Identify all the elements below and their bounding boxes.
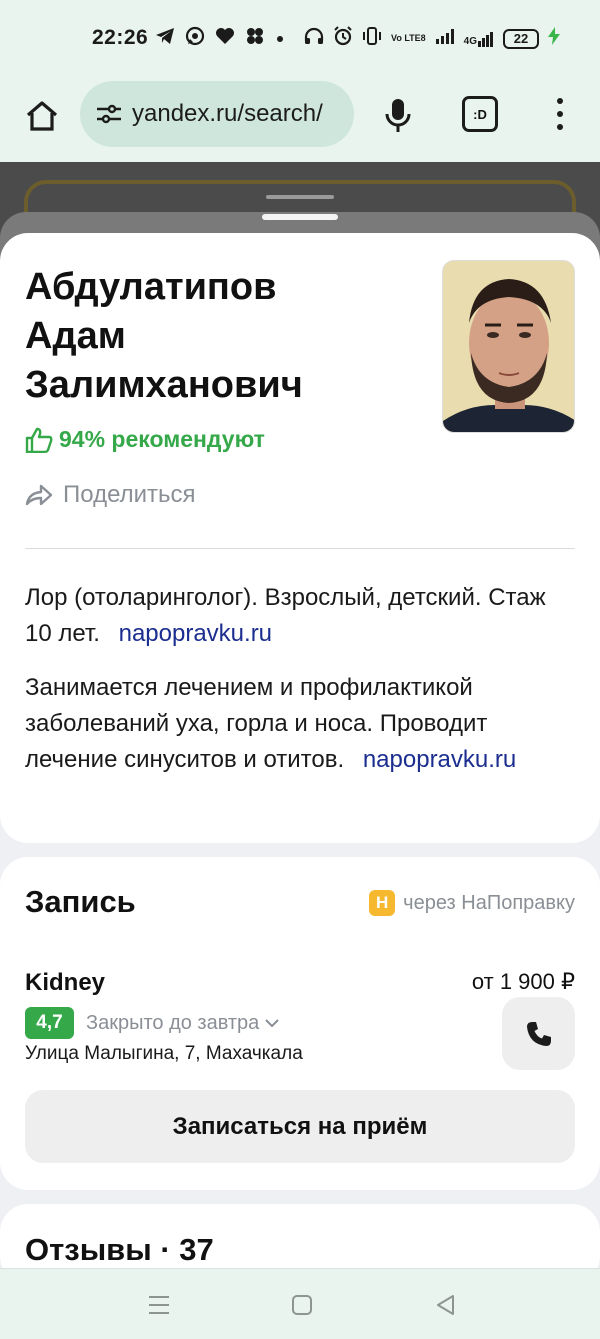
menu-lines-icon	[149, 1296, 169, 1314]
more-menu-button[interactable]	[548, 94, 572, 134]
opening-hours[interactable]: Закрыто до завтра	[86, 1011, 280, 1035]
browser-toolbar: yandex.ru/search/ :D	[0, 76, 600, 162]
url-text: yandex.ru/search/	[132, 100, 323, 127]
status-bar: 22:26 Vo LTE8 4G 22	[0, 0, 600, 76]
name-line: Залимханович	[25, 364, 303, 406]
booking-title: Запись	[25, 884, 136, 919]
recent-apps-button[interactable]	[145, 1291, 173, 1319]
treatment-description: Занимается лечением и профилактикой забо…	[25, 670, 577, 778]
share-button[interactable]: Поделиться	[25, 481, 196, 509]
voice-search-button[interactable]	[378, 94, 418, 138]
thumbs-up-icon	[25, 427, 53, 453]
recommend-rating: 94% рекомендуют	[25, 426, 265, 453]
whatsapp-icon	[185, 26, 205, 52]
dot	[557, 124, 563, 130]
volte-icon: Vo LTE8	[390, 33, 426, 43]
clinic-address: Улица Малыгина, 7, Махачкала	[25, 1043, 303, 1064]
chevron-down-icon	[265, 1019, 280, 1028]
book-appointment-button[interactable]: Записаться на приём	[25, 1090, 575, 1163]
specialty-description: Лор (отоларинголог). Взрослый, детский. …	[25, 580, 577, 652]
price: от 1 900 ₽	[471, 969, 575, 994]
4g-label: 4G	[463, 35, 477, 47]
back-triangle-icon	[437, 1295, 454, 1315]
name-line: Абдулатипов	[25, 266, 277, 308]
system-icons: Vo LTE8 4G 22	[304, 26, 560, 51]
specialty-text: Лор (отоларинголог). Взрослый, детский. …	[25, 584, 546, 647]
telegram-icon	[155, 27, 175, 51]
doctor-profile-card: Абдулатипов Адам Залимханович 94% рекоме…	[0, 233, 600, 843]
clinic-meta: 4,7 Закрыто до завтра	[25, 1007, 280, 1039]
heart-icon	[215, 27, 235, 51]
napopravku-logo-icon: Н	[369, 890, 396, 916]
sheet-drag-handle[interactable]	[262, 214, 338, 220]
signal-icon	[435, 28, 455, 49]
square-icon	[292, 1295, 312, 1315]
charging-icon	[548, 27, 560, 50]
recommend-text: 94% рекомендуют	[59, 426, 265, 452]
doctor-name: Абдулатипов Адам Залимханович	[25, 263, 425, 410]
address-bar[interactable]: yandex.ru/search/	[80, 81, 354, 147]
home-nav-button[interactable]	[288, 1291, 316, 1319]
hours-text: Закрыто до завтра	[86, 1011, 260, 1034]
vibrate-icon	[362, 27, 382, 50]
provider-label: через НаПоправку	[403, 891, 575, 914]
dot-icon	[275, 28, 285, 50]
tab-switcher-button[interactable]: :D	[462, 96, 498, 132]
rating-badge: 4,7	[25, 1007, 74, 1039]
back-nav-button[interactable]	[432, 1291, 460, 1319]
home-icon	[26, 101, 58, 131]
reviews-title[interactable]: Отзывы · 37	[25, 1232, 214, 1268]
divider	[25, 548, 575, 549]
microphone-icon	[385, 99, 411, 132]
sheet-handle-back	[266, 195, 334, 199]
headphones-icon	[304, 27, 324, 50]
doctor-photo[interactable]	[442, 260, 575, 433]
dot	[557, 98, 563, 104]
share-arrow-icon	[25, 484, 53, 506]
notification-icons	[155, 26, 285, 52]
booking-card: Запись Н через НаПоправку Kidney от 1 90…	[0, 857, 600, 1190]
source-link[interactable]: napopravku.ru	[119, 620, 272, 647]
dot	[557, 111, 563, 117]
booking-provider[interactable]: Н через НаПоправку	[369, 890, 575, 916]
clinic-name[interactable]: Kidney	[25, 969, 105, 997]
system-navigation-bar	[0, 1268, 600, 1339]
phone-icon	[526, 1021, 551, 1046]
battery-icon: 22	[503, 28, 539, 49]
share-label: Поделиться	[63, 481, 196, 508]
home-button[interactable]	[22, 96, 62, 136]
clock: 22:26	[92, 26, 149, 49]
4g-signal-icon: 4G	[464, 31, 494, 47]
alarm-icon	[333, 26, 353, 51]
name-line: Адам	[25, 315, 126, 357]
site-settings-icon[interactable]	[94, 99, 124, 129]
source-link[interactable]: napopravku.ru	[363, 746, 516, 773]
call-button[interactable]	[502, 997, 575, 1070]
clover-icon	[245, 26, 265, 52]
